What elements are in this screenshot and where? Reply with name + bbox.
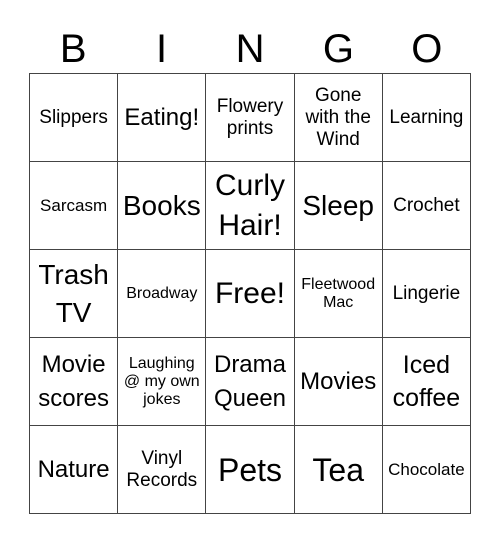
header-letter-b: B	[59, 27, 87, 71]
bingo-cell[interactable]: Fleetwood Mac	[294, 250, 383, 338]
bingo-cell[interactable]: Trash TV	[30, 250, 119, 338]
bingo-cell[interactable]: Nature	[30, 426, 119, 514]
bingo-cell[interactable]: Crochet	[382, 162, 471, 250]
bingo-cell[interactable]: Sarcasm	[30, 162, 119, 250]
header-letter-g: G	[322, 27, 354, 71]
bingo-cell[interactable]: Books	[118, 162, 207, 250]
bingo-grid: Slippers Eating! Flowery prints Gone wit…	[29, 73, 471, 514]
bingo-cell[interactable]: Broadway	[118, 250, 207, 338]
bingo-cell[interactable]: Flowery prints	[206, 74, 295, 162]
bingo-cell[interactable]: Sleep	[294, 162, 383, 250]
bingo-cell[interactable]: Drama Queen	[206, 338, 295, 426]
bingo-cell[interactable]: Pets	[206, 426, 295, 514]
header-letter-n: N	[235, 27, 265, 71]
header-letter-i: I	[156, 27, 168, 71]
bingo-cell[interactable]: Vinyl Records	[118, 426, 207, 514]
bingo-cell[interactable]: Learning	[382, 74, 471, 162]
header-letter-o: O	[411, 27, 443, 71]
bingo-cell[interactable]: Lingerie	[382, 250, 471, 338]
bingo-cell[interactable]: Curly Hair!	[206, 162, 295, 250]
bingo-cell[interactable]: Movies	[294, 338, 383, 426]
bingo-cell[interactable]: Chocolate	[382, 426, 471, 514]
bingo-free-space[interactable]: Free!	[206, 250, 295, 338]
bingo-cell[interactable]: Iced coffee	[382, 338, 471, 426]
bingo-cell[interactable]: Slippers	[30, 74, 119, 162]
bingo-cell[interactable]: Gone with the Wind	[294, 74, 383, 162]
bingo-cell[interactable]: Laughing @ my own jokes	[118, 338, 207, 426]
bingo-header: B I N G O	[29, 26, 471, 72]
bingo-cell[interactable]: Movie scores	[30, 338, 119, 426]
bingo-cell[interactable]: Eating!	[118, 74, 207, 162]
bingo-cell[interactable]: Tea	[294, 426, 383, 514]
